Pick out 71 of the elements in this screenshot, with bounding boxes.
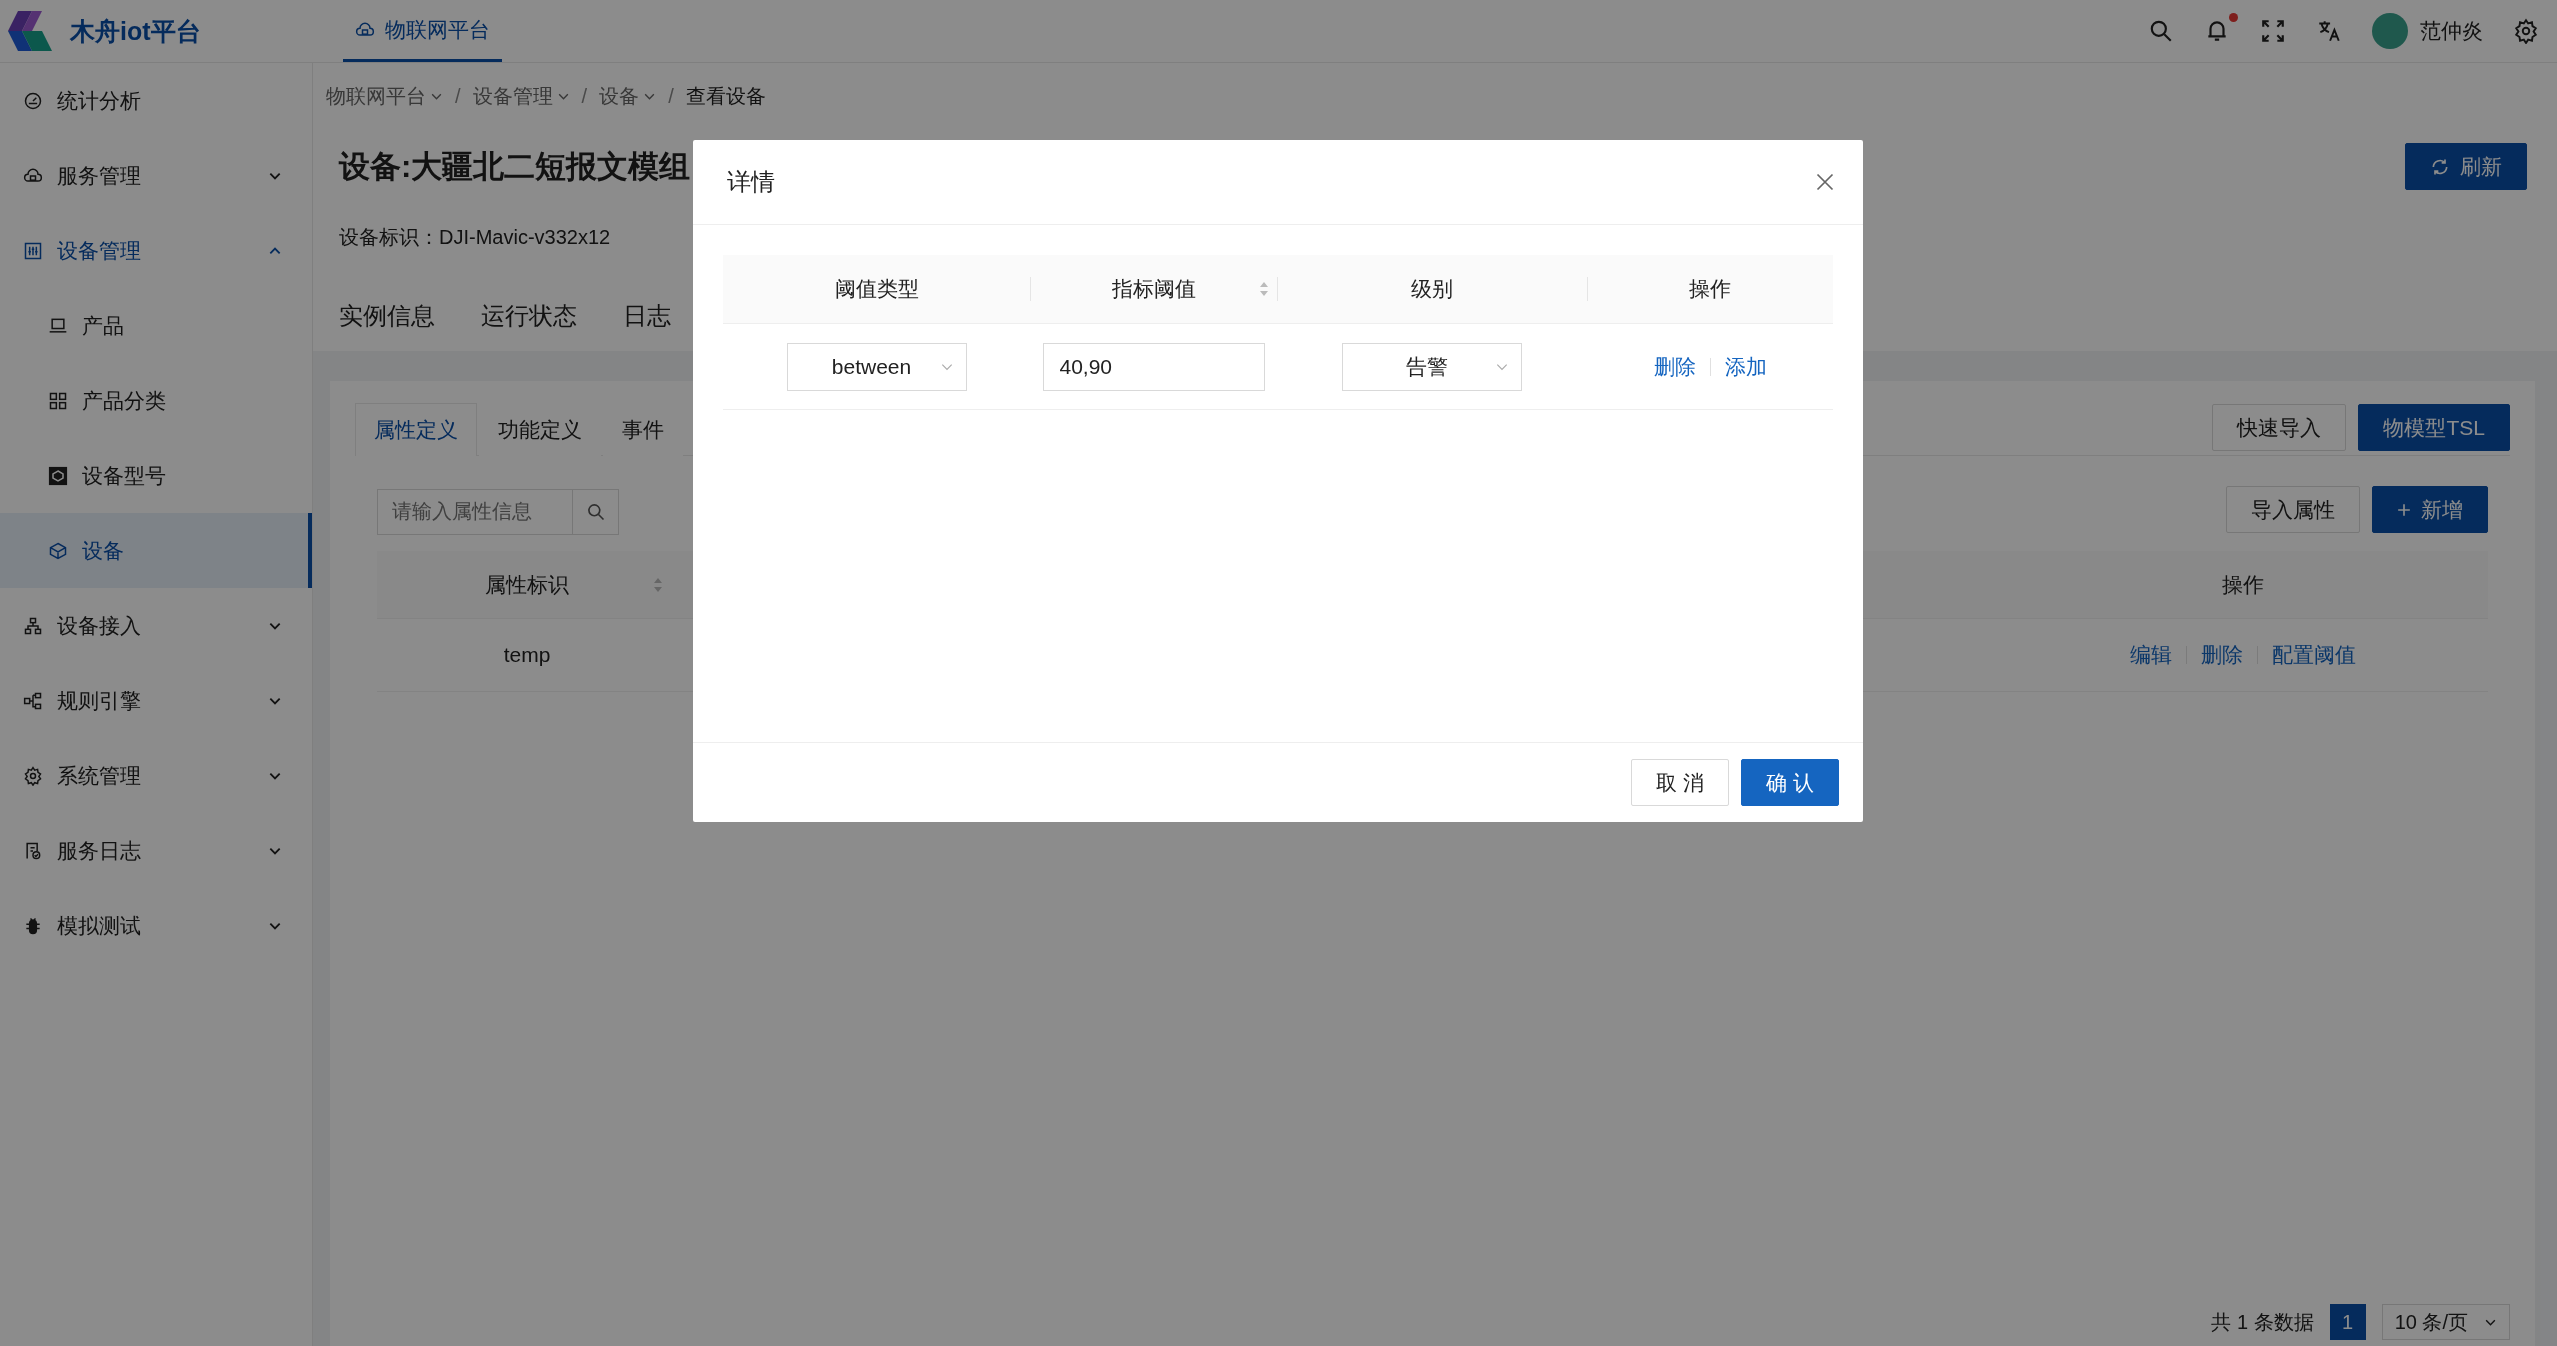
- settings-icon[interactable]: [2513, 18, 2539, 44]
- threshold-value-input[interactable]: 40,90: [1042, 342, 1265, 391]
- toolbar-button[interactable]: 物模型TSL: [2358, 404, 2510, 451]
- search-field[interactable]: 请输入属性信息: [377, 488, 573, 535]
- search-button[interactable]: [573, 488, 619, 535]
- sidebar-subitem[interactable]: 设备型号: [0, 438, 312, 513]
- sidebar-item[interactable]: 系统管理: [0, 738, 312, 813]
- page-tab[interactable]: 实例信息: [339, 300, 435, 341]
- column-header: 操作: [1587, 255, 1833, 324]
- sidebar-item[interactable]: 统计分析: [0, 63, 312, 138]
- breadcrumb-separator: /: [668, 84, 674, 108]
- breadcrumb-link[interactable]: 物联网平台: [326, 82, 443, 110]
- gauge-icon: [23, 90, 43, 111]
- grid-icon: [48, 390, 68, 411]
- row-action-link[interactable]: 配置阈值: [2258, 641, 2370, 669]
- close-icon[interactable]: [1815, 172, 1835, 192]
- user-name[interactable]: 范仲炎: [2420, 17, 2483, 45]
- action-button[interactable]: 新增: [2372, 486, 2488, 533]
- toolbar-button[interactable]: 快速导入: [2212, 404, 2347, 451]
- total-count: 共 1 条数据: [2211, 1309, 2314, 1335]
- column-header: 级别: [1277, 255, 1587, 324]
- doc-icon: [23, 840, 43, 861]
- page-number[interactable]: 1: [2329, 1304, 2366, 1340]
- row-action-link[interactable]: 添加: [1710, 352, 1781, 381]
- translate-icon[interactable]: [2316, 18, 2342, 44]
- sidebar-item[interactable]: 规则引擎: [0, 663, 312, 738]
- table-cell: temp: [377, 619, 677, 692]
- sidebar-subitem[interactable]: 产品: [0, 288, 312, 363]
- column-header: 阈值类型: [723, 255, 1030, 324]
- device-id: 设备标识：DJI-Mavic-v332x12: [338, 225, 612, 250]
- sidebar-subitem[interactable]: 产品分类: [0, 363, 312, 438]
- flow-icon: [23, 690, 43, 711]
- cube-icon: [48, 540, 68, 561]
- refresh-button[interactable]: 刷新: [2405, 143, 2527, 190]
- row-action-link[interactable]: 编辑: [2116, 641, 2186, 669]
- app-name: 木舟iot平台: [70, 15, 201, 47]
- sliders-icon: [23, 240, 43, 261]
- tree-icon: [23, 615, 43, 636]
- avatar[interactable]: [2372, 13, 2408, 49]
- sidebar-item[interactable]: 设备管理: [0, 213, 312, 288]
- breadcrumb-link[interactable]: 设备: [599, 82, 657, 110]
- page-tab[interactable]: 日志: [623, 300, 671, 341]
- breadcrumb-separator: /: [455, 84, 461, 108]
- sidebar-item[interactable]: 服务管理: [0, 138, 312, 213]
- search-icon[interactable]: [2148, 18, 2174, 44]
- breadcrumb-link[interactable]: 查看设备: [685, 82, 766, 110]
- sidebar-item[interactable]: 服务日志: [0, 813, 312, 888]
- sidebar-item[interactable]: 模拟测试: [0, 888, 312, 963]
- action-button[interactable]: 导入属性: [2226, 486, 2360, 533]
- panel-tab[interactable]: 属性定义: [355, 403, 477, 456]
- fullscreen-icon[interactable]: [2260, 18, 2286, 44]
- dialog-button[interactable]: 确 认: [1741, 759, 1839, 806]
- search-icon: [585, 501, 606, 522]
- dialog-title: 详情: [727, 167, 775, 197]
- row-action-link[interactable]: 删除: [1639, 352, 1710, 381]
- column-header: 指标阈值: [1030, 255, 1277, 324]
- level-select[interactable]: 告警: [1342, 342, 1522, 391]
- sidebar-subitem[interactable]: 设备: [0, 513, 312, 588]
- gear-icon: [23, 765, 43, 786]
- page-tab[interactable]: 运行状态: [481, 300, 577, 341]
- dialog-button[interactable]: 取 消: [1631, 759, 1730, 806]
- breadcrumb-link[interactable]: 设备管理: [472, 82, 570, 110]
- cube-box-icon: [48, 465, 68, 486]
- plus-icon: [2397, 502, 2411, 517]
- breadcrumb-separator: /: [581, 84, 588, 108]
- threshold-type-select[interactable]: between: [786, 342, 967, 391]
- bug-icon: [23, 915, 43, 936]
- page-title: 设备:大疆北二短报文模组: [339, 147, 691, 186]
- row-action-link[interactable]: 删除: [2187, 641, 2257, 669]
- page-size-select[interactable]: 10 条/页: [2381, 1304, 2510, 1340]
- sidebar-item[interactable]: 设备接入: [0, 588, 312, 663]
